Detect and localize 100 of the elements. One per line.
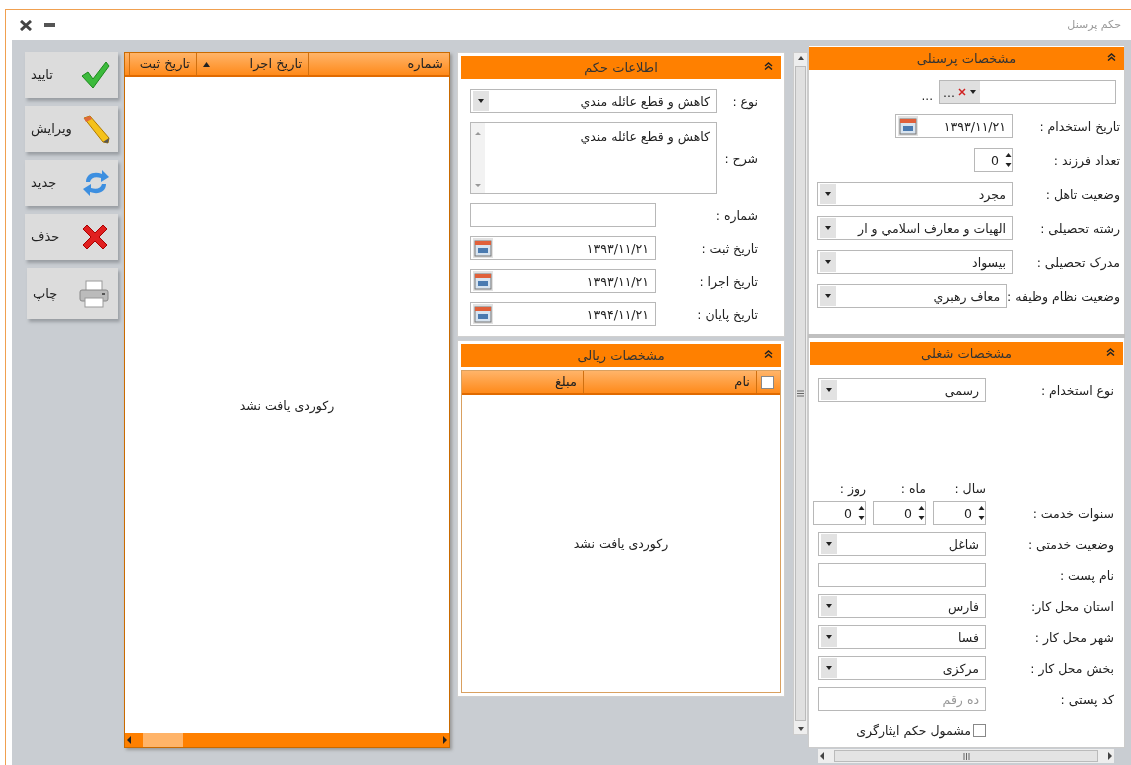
unit-label: ماه :: [899, 480, 926, 496]
dropdown[interactable]: فسا: [818, 625, 986, 649]
dropdown[interactable]: مرکزی: [818, 656, 986, 680]
toolbar-button[interactable]: چاپ: [27, 268, 118, 319]
dropdown[interactable]: رسمی: [818, 378, 986, 402]
vertical-scrollbar[interactable]: [793, 52, 808, 735]
ellipsis-label: ...: [921, 88, 933, 104]
field-label: تعداد فرزند :: [1052, 152, 1120, 168]
date-field[interactable]: ۱۳۹۳/۱۱/۲۱: [470, 269, 656, 293]
collapse-icon[interactable]: [764, 350, 773, 358]
spin-arrows-icon[interactable]: [858, 504, 865, 522]
vertical-scrollbar[interactable]: [471, 123, 485, 193]
lookup-field[interactable]: ...: [939, 80, 1116, 104]
input-field[interactable]: [470, 203, 656, 227]
field-label: بخش محل کار :: [1029, 660, 1114, 676]
field-label: تاریخ اجرا :: [699, 273, 758, 289]
panel-header: مشخصات شغلی: [810, 342, 1123, 365]
spin-arrows-icon[interactable]: [978, 504, 985, 522]
field-label: تاریخ پایان :: [697, 306, 758, 322]
caret-icon: [825, 634, 833, 640]
field-label: تاریخ ثبت :: [701, 240, 758, 256]
date-field[interactable]: ۱۳۹۳/۱۱/۲۱: [470, 236, 656, 260]
number-field[interactable]: 0: [813, 501, 866, 525]
scroll-right-icon[interactable]: [1106, 749, 1114, 763]
field-label: وضعیت نظام وظیفه :: [1007, 288, 1120, 304]
scroll-thumb[interactable]: [834, 750, 1098, 762]
collapse-icon[interactable]: [1107, 53, 1116, 61]
caret-icon: [968, 89, 977, 95]
date-field[interactable]: ۱۳۹۴/۱۱/۲۱: [470, 302, 656, 326]
caret-icon: [825, 387, 833, 393]
field-label: نام پست :: [1058, 567, 1114, 583]
collapse-icon[interactable]: [764, 62, 773, 70]
checkbox-label: مشمول حکم ایثارگری: [856, 722, 971, 738]
horizontal-scrollbar[interactable]: [818, 749, 1114, 763]
date-field[interactable]: ۱۳۹۳/۱۱/۲۱: [895, 114, 1013, 138]
field-label: نوع استخدام :: [1039, 382, 1114, 398]
field-label: نوع :: [732, 93, 758, 109]
dropdown[interactable]: مجرد: [817, 182, 1013, 206]
caret-icon: [824, 191, 832, 197]
unit-label: سال :: [953, 480, 986, 496]
grip-icon: [962, 752, 970, 760]
scroll-thumb[interactable]: [795, 66, 806, 721]
caret-icon: [825, 541, 833, 547]
caret-icon: [824, 225, 832, 231]
scroll-right-icon[interactable]: [441, 733, 449, 747]
grip-icon: [797, 390, 804, 397]
panel-header: مشخصات پرسنلی: [809, 47, 1124, 70]
toolbar-button[interactable]: جدید: [25, 160, 118, 206]
empty-message: رکوردی یافت نشد: [573, 536, 669, 551]
dropdown[interactable]: بیسواد: [817, 250, 1013, 274]
clear-icon[interactable]: [957, 88, 966, 96]
column-header[interactable]: تاریخ ثبت: [129, 53, 196, 75]
dropdown[interactable]: فارس: [818, 594, 986, 618]
field-label: سنوات خدمت :: [1031, 505, 1114, 521]
toolbar-button[interactable]: ویرایش: [25, 106, 118, 152]
column-header[interactable]: شماره: [308, 53, 449, 75]
dropdown[interactable]: الهیات و معارف اسلامي و ار: [817, 216, 1013, 240]
dropdown[interactable]: کاهش و قطع عائله مندي: [470, 89, 717, 113]
column-header[interactable]: مبلغ: [462, 371, 583, 393]
caret-icon: [477, 98, 485, 104]
checkbox[interactable]: [761, 375, 774, 389]
scroll-thumb[interactable]: [143, 733, 183, 747]
dropdown[interactable]: شاغل: [818, 532, 986, 556]
pencil-icon: [80, 114, 110, 144]
number-field[interactable]: 0: [873, 501, 926, 525]
delete-icon: [80, 222, 110, 252]
empty-message: رکوردی یافت نشد: [239, 397, 335, 413]
field-label: رشته تحصیلی :: [1039, 220, 1120, 236]
calendar-icon: [474, 305, 492, 323]
number-field[interactable]: 0: [974, 148, 1013, 172]
minimize-icon[interactable]: [44, 22, 55, 28]
column-header[interactable]: نام: [583, 371, 756, 393]
checkbox[interactable]: [973, 723, 986, 737]
caret-icon: [824, 293, 832, 299]
window-title: حکم پرسنل: [1067, 18, 1121, 32]
collapse-icon[interactable]: [1106, 348, 1115, 356]
panel-header: اطلاعات حکم: [461, 56, 781, 79]
caret-icon: [825, 603, 833, 609]
field-label: شماره :: [715, 207, 758, 223]
close-icon[interactable]: [20, 19, 32, 31]
check-icon: [80, 61, 110, 89]
toolbar-button[interactable]: تایید: [25, 52, 118, 98]
caret-icon: [825, 665, 833, 671]
caret-icon: [824, 259, 832, 265]
spin-arrows-icon[interactable]: [1005, 151, 1012, 169]
field-label: شرح :: [724, 150, 758, 166]
toolbar-button[interactable]: حذف: [25, 214, 118, 260]
unit-label: روز :: [838, 480, 866, 496]
field-label: شهر محل کار :: [1033, 629, 1114, 645]
text-area[interactable]: کاهش و قطع عائله مندي: [470, 122, 717, 194]
field-label: مدرک تحصیلی :: [1035, 254, 1120, 270]
refresh-icon: [82, 168, 110, 198]
field-label: کد پستی :: [1059, 691, 1114, 707]
input-field[interactable]: [818, 563, 986, 587]
column-header[interactable]: تاریخ اجرا: [196, 53, 308, 75]
field-label: وضعیت تاهل :: [1044, 186, 1120, 202]
horizontal-scrollbar[interactable]: [125, 733, 449, 747]
number-field[interactable]: 0: [933, 501, 986, 525]
spin-arrows-icon[interactable]: [918, 504, 925, 522]
dropdown[interactable]: معاف رهبري: [817, 284, 1008, 308]
